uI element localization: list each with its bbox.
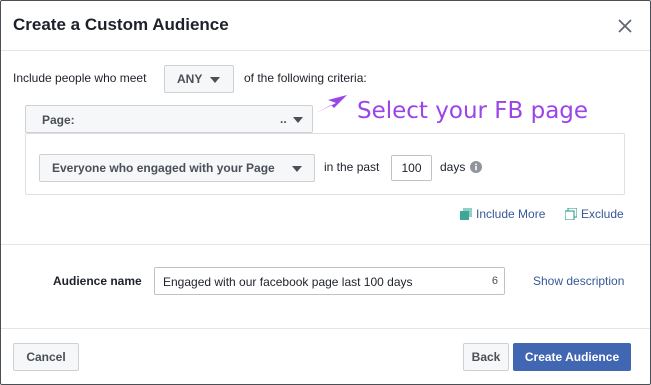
criteria-row: Include people who meet ANY of the follo… bbox=[13, 65, 613, 93]
exclude-label: Exclude bbox=[581, 207, 624, 221]
dialog-header: Create a Custom Audience bbox=[1, 1, 650, 51]
include-more-link[interactable]: Include More bbox=[460, 207, 545, 221]
chevron-down-icon bbox=[210, 77, 220, 83]
exclude-icon bbox=[565, 208, 577, 220]
audience-name-char-count: 6 bbox=[491, 275, 498, 287]
cancel-button[interactable]: Cancel bbox=[13, 343, 79, 371]
match-type-value: ANY bbox=[177, 72, 203, 86]
page-source-value: .. bbox=[280, 112, 287, 126]
include-more-icon bbox=[460, 208, 472, 220]
chevron-down-icon bbox=[293, 117, 303, 123]
match-type-dropdown[interactable]: ANY bbox=[164, 65, 234, 93]
audience-name-value: Engaged with our facebook page last 100 … bbox=[163, 275, 413, 289]
close-icon[interactable] bbox=[615, 16, 635, 36]
custom-audience-dialog: Create a Custom Audience Include people … bbox=[0, 0, 651, 385]
include-more-label: Include More bbox=[476, 207, 546, 221]
annotation-text: Select your FB page bbox=[357, 98, 589, 124]
engagement-type-value: Everyone who engaged with your Page bbox=[52, 161, 275, 175]
section-divider bbox=[1, 244, 650, 245]
criteria-suffix: of the following criteria: bbox=[244, 71, 367, 85]
audience-name-input[interactable]: Engaged with our facebook page last 100 … bbox=[154, 267, 505, 295]
info-icon[interactable] bbox=[470, 161, 482, 173]
show-description-link[interactable]: Show description bbox=[533, 274, 624, 288]
rule-box: Everyone who engaged with your Page in t… bbox=[25, 133, 625, 195]
criteria-prefix: Include people who meet bbox=[13, 71, 147, 85]
days-input[interactable]: 100 bbox=[391, 155, 432, 181]
days-label: days bbox=[440, 160, 466, 174]
chevron-down-icon bbox=[292, 166, 302, 172]
footer-divider bbox=[1, 328, 650, 329]
in-the-past-label: in the past bbox=[324, 160, 380, 174]
dialog-title: Create a Custom Audience bbox=[13, 15, 229, 34]
audience-name-label: Audience name bbox=[53, 274, 142, 288]
page-source-dropdown[interactable]: Page: .. bbox=[25, 105, 313, 133]
annotation-arrow-icon bbox=[316, 95, 347, 113]
page-source-label: Page: bbox=[42, 113, 75, 127]
engagement-type-dropdown[interactable]: Everyone who engaged with your Page bbox=[39, 154, 315, 182]
back-button[interactable]: Back bbox=[463, 343, 509, 371]
create-audience-button[interactable]: Create Audience bbox=[513, 343, 631, 371]
exclude-link[interactable]: Exclude bbox=[565, 207, 624, 221]
